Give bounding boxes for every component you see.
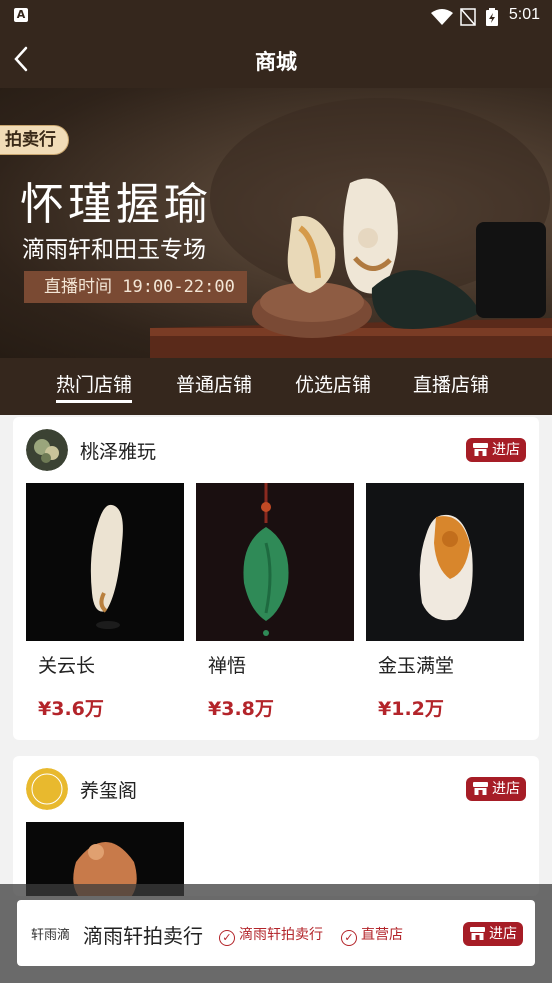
enter-shop-button[interactable]: 进店 [463,922,523,946]
notification-a-icon: A [14,8,28,22]
enter-shop-label: 进店 [492,442,520,458]
check-circle-icon: ✓ [219,930,235,946]
tab-premium-shops[interactable]: 优选店铺 [295,370,371,397]
banner-headline: 怀瑾握瑜 [20,179,212,230]
enter-shop-button[interactable]: 进店 [466,438,526,462]
store-icon [473,782,488,795]
product-price: ¥1.2万 [378,698,444,720]
auction-badge: 拍卖行 [0,125,69,155]
product-item[interactable]: 禅悟 ¥3.8万 [196,483,354,721]
product-image [26,483,184,641]
product-name: 关云长 [38,655,96,677]
shop-name[interactable]: 养玺阁 [80,776,137,803]
shop-avatar[interactable] [26,768,68,810]
tab-hot-shops[interactable]: 热门店铺 [56,370,133,403]
promo-banner[interactable]: 拍卖行 怀瑾握瑜 滴雨轩和田玉专场 直播时间 19:00-22:00 [0,88,552,358]
product-price: ¥3.8万 [208,698,274,720]
product-name: 禅悟 [208,655,247,677]
shop-card: 桃泽雅玩 进店 关云长 ¥3.6万 禅悟 ¥3.8万 金玉满堂 ¥1.2万 [13,417,539,740]
shop-tag: ✓ 滴雨轩拍卖行 [219,924,323,946]
battery-icon [486,8,498,26]
featured-shop-bar: 轩雨滴 滴雨轩拍卖行 ✓ 滴雨轩拍卖行 ✓ 直营店 进店 [17,900,535,966]
tab-live-shops[interactable]: 直播店铺 [413,370,489,397]
product-name: 金玉满堂 [378,655,455,677]
shop-logo: 轩雨滴 [31,928,71,943]
shop-tabs: 热门店铺 普通店铺 优选店铺 直播店铺 [0,358,552,415]
live-time-label: 直播时间 19:00-22:00 [24,271,247,303]
nav-bar: 商城 [0,32,552,88]
shop-card: 养玺阁 进店 [13,756,539,896]
product-image [196,483,354,641]
store-icon [470,927,485,940]
product-item[interactable]: 关云长 ¥3.6万 [26,483,184,721]
product-price: ¥3.6万 [38,698,104,720]
shop-tag: ✓ 直营店 [341,924,403,946]
shop-name[interactable]: 桃泽雅玩 [80,437,156,464]
product-image [366,483,524,641]
product-item[interactable]: 金玉满堂 ¥1.2万 [366,483,524,721]
status-bar: A 5:01 [0,0,552,32]
store-icon [473,443,488,456]
page-title: 商城 [255,50,297,74]
header-area: A 5:01 商城 拍卖行 怀瑾握瑜 滴雨轩和田玉专场 直播时间 19:00-2… [0,0,552,415]
check-circle-icon: ✓ [341,930,357,946]
featured-shop-name[interactable]: 滴雨轩拍卖行 [83,920,203,949]
enter-shop-label: 进店 [492,781,520,797]
enter-shop-label: 进店 [489,926,517,942]
enter-shop-button[interactable]: 进店 [466,777,526,801]
banner-subtitle: 滴雨轩和田玉专场 [22,237,206,263]
status-time: 5:01 [508,6,540,23]
wifi-icon [431,9,453,25]
tab-normal-shops[interactable]: 普通店铺 [176,370,252,397]
signal-icon [460,8,476,26]
shop-avatar[interactable] [26,429,68,471]
